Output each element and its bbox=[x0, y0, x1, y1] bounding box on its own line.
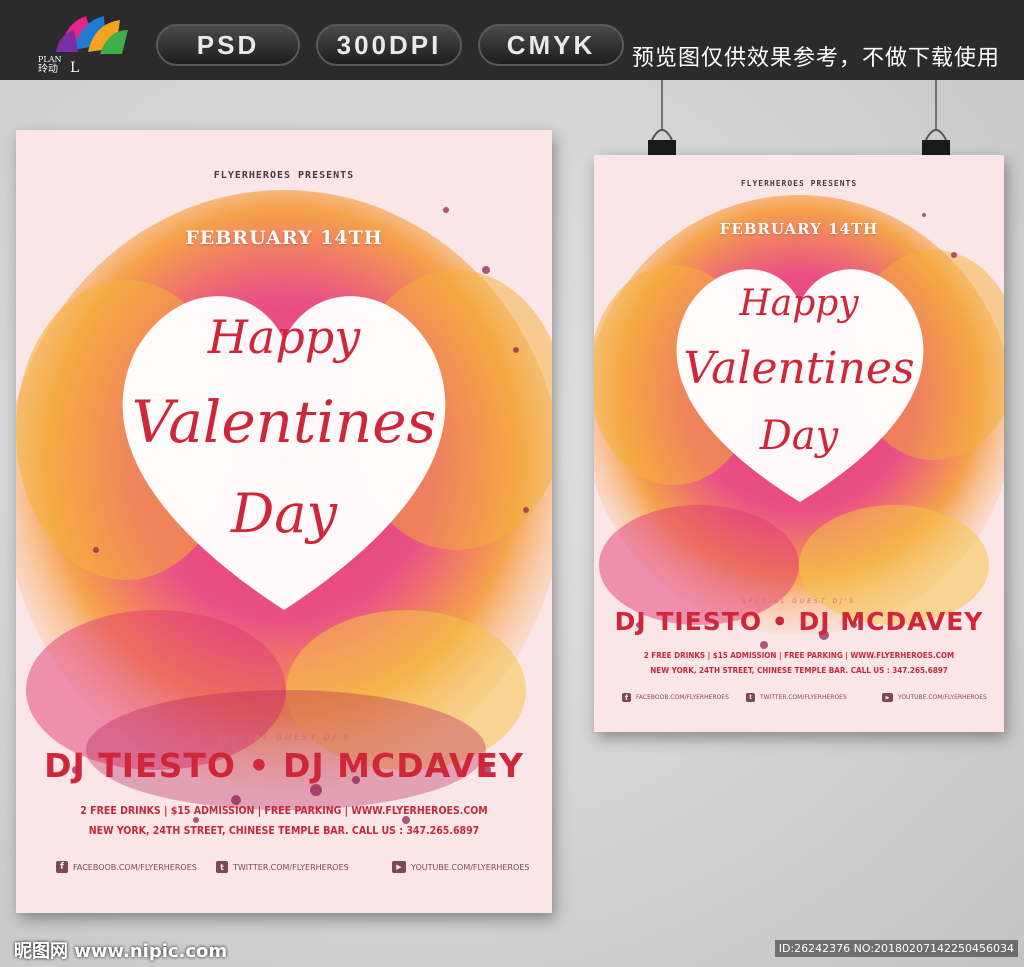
social-youtube: ▶ YOUTUBE.COM/FLYERHEROES bbox=[392, 861, 529, 873]
facebook-icon: f bbox=[56, 861, 68, 873]
event-date: FEBRUARY 14TH bbox=[185, 227, 383, 249]
brand-logo: PLAN 玲动 L bbox=[34, 8, 144, 76]
dj-lineup: DJ TIESTO • DJ MCDAVEY bbox=[614, 607, 984, 636]
event-info-line-1: 2 FREE DRINKS | $15 ADMISSION | FREE PAR… bbox=[643, 651, 955, 660]
twitter-icon: t bbox=[216, 861, 228, 873]
badge-300dpi: 300DPI bbox=[316, 24, 462, 66]
youtube-icon: ▶ bbox=[392, 861, 406, 873]
twitter-link-text: TWITTER.COM/FLYERHEROES bbox=[233, 862, 349, 872]
flyer-small: FLYERHEROES PRESENTS FEBRUARY 14TH Happy… bbox=[594, 155, 1004, 732]
preview-notice: 预览图仅供效果参考，不做下载使用 bbox=[632, 46, 1001, 71]
title-day: Day bbox=[231, 482, 337, 545]
social-twitter: t TWITTER.COM/FLYERHEROES bbox=[216, 861, 349, 873]
presents-text: FLYERHEROES PRESENTS bbox=[213, 170, 355, 181]
title-valentines: Valentines bbox=[131, 388, 437, 456]
binder-clip-icon bbox=[648, 80, 676, 158]
presents-text: FLYERHEROES PRESENTS bbox=[740, 179, 858, 188]
twitter-link-text: TWITTER.COM/FLYERHEROES bbox=[760, 694, 847, 701]
event-info-line-2: NEW YORK, 24TH STREET, CHINESE TEMPLE BA… bbox=[650, 666, 948, 675]
dj-lineup: DJ TIESTO • DJ MCDAVEY bbox=[44, 746, 524, 785]
badge-psd: PSD bbox=[156, 24, 300, 66]
flyer-large: FLYERHEROES PRESENTS FEBRUARY 14TH Happy… bbox=[16, 130, 552, 913]
facebook-link-text: FACEBOOB.COM/FLYERHEROES bbox=[636, 694, 729, 701]
youtube-link-text: YOUTUBE.COM/FLYERHEROES bbox=[411, 862, 530, 872]
top-bar: PLAN 玲动 L PSD 300DPI CMYK 预览图仅供效果参考，不做下载… bbox=[0, 0, 1024, 80]
guest-label: SPECIAL GUEST DJ'S bbox=[216, 733, 352, 742]
svg-text:L: L bbox=[70, 60, 79, 74]
title-day: Day bbox=[759, 413, 839, 459]
event-info-line-1: 2 FREE DRINKS | $15 ADMISSION | FREE PAR… bbox=[80, 805, 488, 817]
youtube-link-text: YOUTUBE.COM/FLYERHEROES bbox=[898, 694, 987, 701]
binder-clip-icon bbox=[922, 80, 950, 158]
event-info-line-2: NEW YORK, 24TH STREET, CHINESE TEMPLE BA… bbox=[88, 825, 480, 837]
title-happy: Happy bbox=[207, 310, 361, 364]
title-happy: Happy bbox=[739, 283, 859, 324]
social-facebook: f FACEBOOB.COM/FLYERHEROES bbox=[622, 693, 729, 702]
twitter-icon: t bbox=[746, 693, 755, 702]
badge-cmyk: CMYK bbox=[478, 24, 624, 66]
title-valentines: Valentines bbox=[683, 343, 915, 394]
facebook-link-text: FACEBOOB.COM/FLYERHEROES bbox=[73, 862, 197, 872]
social-youtube: ▶ YOUTUBE.COM/FLYERHEROES bbox=[882, 693, 987, 702]
guest-label: SPECIAL GUEST DJ'S bbox=[741, 598, 857, 605]
youtube-icon: ▶ bbox=[882, 693, 893, 702]
social-twitter: t TWITTER.COM/FLYERHEROES bbox=[746, 693, 847, 702]
logo-text: PLAN bbox=[38, 55, 61, 64]
watermark-id: ID:26242376 NO:20180207142250456034 bbox=[774, 940, 1018, 957]
event-date: FEBRUARY 14TH bbox=[719, 220, 879, 238]
svg-text:玲动: 玲动 bbox=[38, 63, 58, 74]
social-facebook: f FACEBOOB.COM/FLYERHEROES bbox=[56, 861, 197, 873]
facebook-icon: f bbox=[622, 693, 631, 702]
watermark-site: 昵图网 www.nipic.com bbox=[14, 941, 228, 962]
